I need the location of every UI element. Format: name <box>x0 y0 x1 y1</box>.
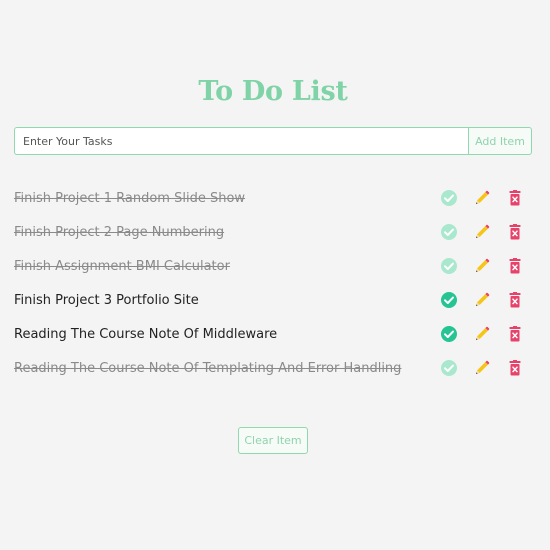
task-label: Reading The Course Note Of Middleware <box>14 326 278 342</box>
pencil-icon[interactable] <box>473 325 491 343</box>
task-label: Finish Project 3 Portfolio Site <box>14 292 199 308</box>
task-actions <box>440 257 524 275</box>
pencil-icon[interactable] <box>473 189 491 207</box>
trash-icon[interactable] <box>506 257 524 275</box>
task-list: Finish Project 1 Random Slide Show Finish… <box>14 181 530 385</box>
task-actions <box>440 359 524 377</box>
task-label: Finish Assignment BMI Calculator <box>14 258 230 274</box>
task-label: Reading The Course Note Of Templating An… <box>14 360 402 376</box>
trash-icon[interactable] <box>506 359 524 377</box>
pencil-icon[interactable] <box>473 223 491 241</box>
task-label: Finish Project 1 Random Slide Show <box>14 190 246 206</box>
task-actions <box>440 189 524 207</box>
page-title: To Do List <box>198 76 348 107</box>
check-circle-icon[interactable] <box>440 257 458 275</box>
task-actions <box>440 223 524 241</box>
trash-icon[interactable] <box>506 325 524 343</box>
check-circle-icon[interactable] <box>440 359 458 377</box>
task-item: Finish Project 1 Random Slide Show <box>14 181 530 215</box>
trash-icon[interactable] <box>506 189 524 207</box>
task-actions <box>440 291 524 309</box>
task-input[interactable] <box>14 127 468 155</box>
task-item: Finish Project 3 Portfolio Site <box>14 283 530 317</box>
task-item: Finish Assignment BMI Calculator <box>14 249 530 283</box>
check-circle-icon[interactable] <box>440 291 458 309</box>
add-item-button[interactable]: Add Item <box>468 127 532 155</box>
check-circle-icon[interactable] <box>440 189 458 207</box>
pencil-icon[interactable] <box>473 291 491 309</box>
clear-item-button[interactable]: Clear Item <box>238 427 308 454</box>
check-circle-icon[interactable] <box>440 223 458 241</box>
task-label: Finish Project 2 Page Numbering <box>14 224 225 240</box>
task-item: Finish Project 2 Page Numbering <box>14 215 530 249</box>
add-task-form: Add Item <box>14 127 532 155</box>
trash-icon[interactable] <box>506 223 524 241</box>
task-item: Reading The Course Note Of Templating An… <box>14 351 530 385</box>
task-item: Reading The Course Note Of Middleware <box>14 317 530 351</box>
pencil-icon[interactable] <box>473 257 491 275</box>
todo-app: To Do List Add Item Finish Project 1 Ran… <box>0 0 550 550</box>
check-circle-icon[interactable] <box>440 325 458 343</box>
pencil-icon[interactable] <box>473 359 491 377</box>
task-actions <box>440 325 524 343</box>
trash-icon[interactable] <box>506 291 524 309</box>
